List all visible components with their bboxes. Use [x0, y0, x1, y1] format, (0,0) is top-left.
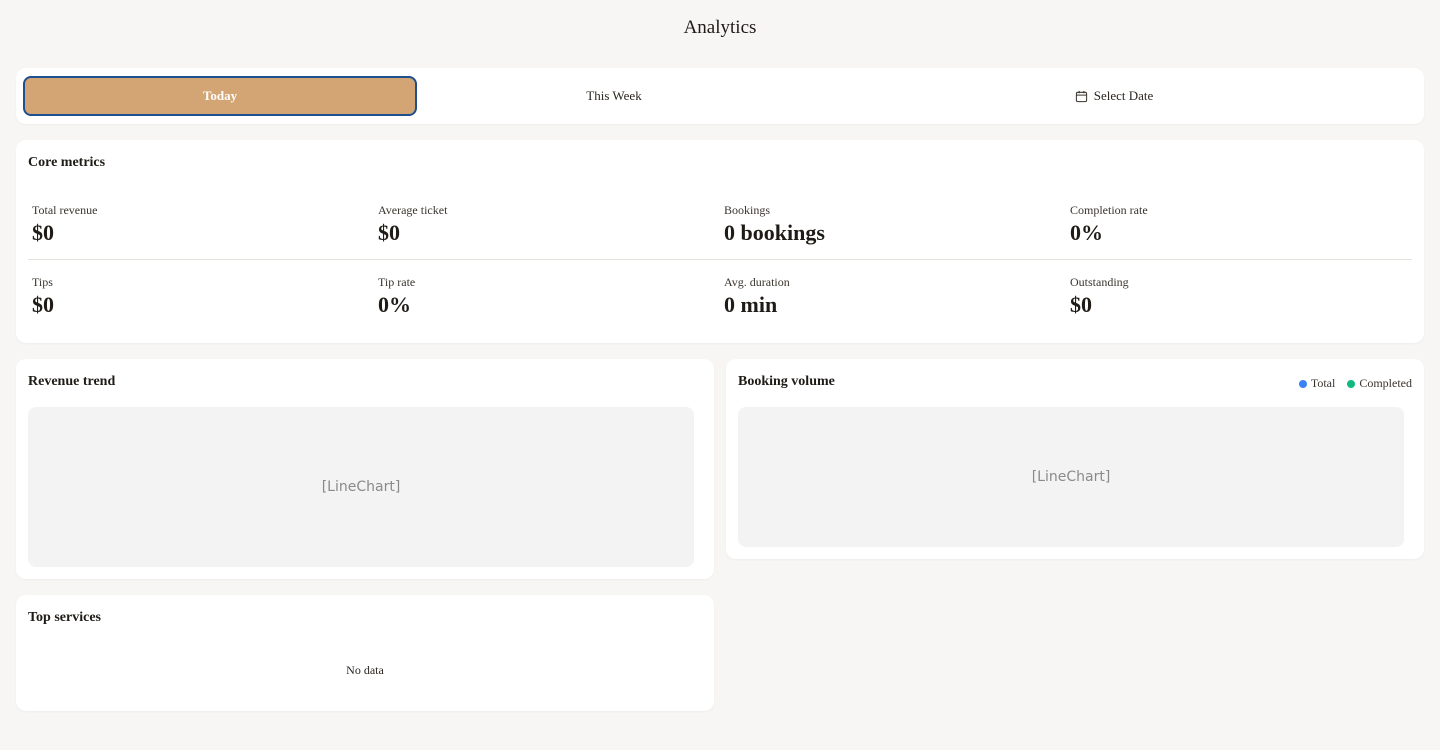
metric-label: Tips	[32, 275, 53, 289]
metric-value: $0	[378, 220, 400, 245]
metric-value: 0%	[1070, 220, 1103, 245]
page-title: Analytics	[683, 17, 757, 38]
legend-dot-total	[1298, 379, 1307, 388]
legend-label: Total	[1310, 376, 1336, 390]
tab-this-week[interactable]: This Week	[417, 76, 811, 116]
metric-tips: Tips $0	[28, 275, 374, 322]
metric-total-revenue: Total revenue $0	[28, 203, 374, 259]
metric-value: 0 bookings	[724, 220, 825, 245]
booking-volume-card: Booking volume Total Completed [LineChar…	[726, 359, 1424, 559]
calendar-icon	[1075, 90, 1087, 102]
legend-item-completed: Completed	[1347, 376, 1412, 391]
metric-value: 0 min	[724, 292, 778, 317]
analytics-page: Analytics Today This Week Select Date Co…	[0, 0, 1440, 750]
date-range-tabs: Today This Week Select Date	[16, 68, 1424, 124]
metric-outstanding: Outstanding $0	[1066, 275, 1412, 322]
top-services-card: Top services No data	[16, 595, 714, 711]
metric-tip-rate: Tip rate 0%	[374, 275, 720, 322]
metric-label: Avg. duration	[724, 275, 790, 289]
legend-item-total: Total	[1298, 376, 1336, 391]
metric-value: 0%	[378, 292, 411, 317]
metric-value: $0	[32, 220, 54, 245]
metrics-row: Total revenue $0 Average ticket $0 Booki…	[28, 197, 1412, 260]
metric-value: $0	[32, 292, 54, 317]
revenue-trend-chart: [LineChart]	[28, 407, 694, 567]
revenue-trend-title: Revenue trend	[28, 374, 116, 389]
booking-volume-title: Booking volume	[738, 374, 835, 389]
metric-label: Completion rate	[1070, 203, 1148, 217]
top-services-title: Top services	[28, 610, 101, 625]
metric-completion-rate: Completion rate 0%	[1066, 203, 1412, 259]
core-metrics-card: Core metrics Total revenue $0 Average ti…	[16, 140, 1424, 343]
core-metrics-title: Core metrics	[28, 155, 106, 170]
metric-label: Total revenue	[32, 203, 98, 217]
metric-label: Average ticket	[378, 203, 448, 217]
metrics-grid: Total revenue $0 Average ticket $0 Booki…	[28, 197, 1412, 322]
metric-value: $0	[1070, 292, 1092, 317]
metric-label: Tip rate	[378, 275, 416, 289]
revenue-trend-card: Revenue trend [LineChart]	[16, 359, 714, 579]
tab-select-date[interactable]: Select Date	[811, 76, 1417, 116]
legend-label: Completed	[1359, 376, 1412, 390]
tab-today[interactable]: Today	[23, 76, 417, 116]
metrics-row: Tips $0 Tip rate 0% Avg. duration 0 min …	[28, 260, 1412, 322]
chart-legend: Total Completed	[1298, 376, 1412, 391]
booking-volume-chart: [LineChart]	[738, 407, 1404, 547]
empty-state-text: No data	[346, 663, 384, 677]
metric-avg-duration: Avg. duration 0 min	[720, 275, 1066, 322]
select-date-label: Select Date	[1093, 88, 1154, 103]
metric-average-ticket: Average ticket $0	[374, 203, 720, 259]
metric-label: Outstanding	[1070, 275, 1129, 289]
metric-label: Bookings	[724, 203, 771, 217]
legend-dot-completed	[1347, 379, 1356, 388]
metric-bookings: Bookings 0 bookings	[720, 203, 1066, 259]
